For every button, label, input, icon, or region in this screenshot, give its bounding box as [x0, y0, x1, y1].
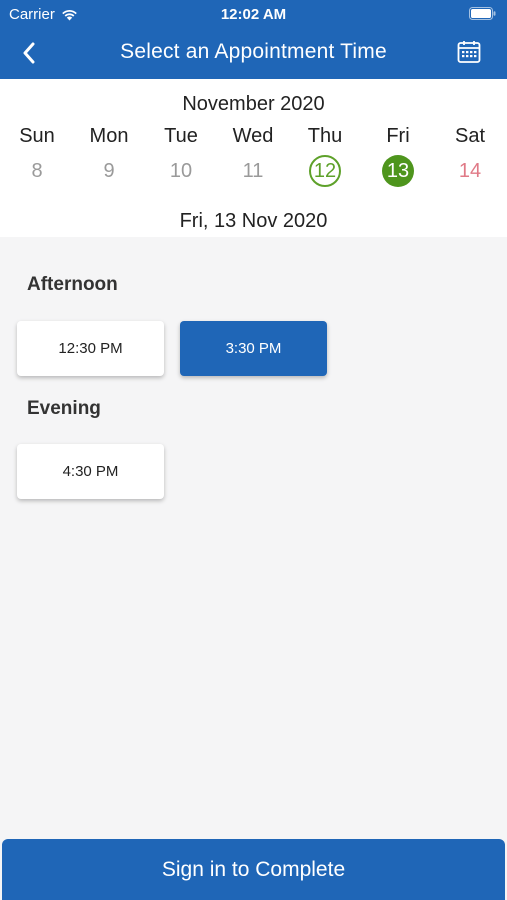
page-title: Select an Appointment Time [120, 40, 387, 63]
battery-icon [469, 7, 496, 24]
day-14[interactable]: 14 [434, 155, 506, 187]
header: Carrier 12:02 AM Select an Appointment T… [0, 0, 507, 79]
sign-in-to-complete-button[interactable]: Sign in to Complete [2, 839, 505, 900]
time-slot-button[interactable]: 4:30 PM [17, 444, 164, 499]
day-12-today[interactable]: 12 [289, 155, 361, 187]
day-13-selected[interactable]: 13 [362, 155, 434, 187]
day-label: 9 [103, 159, 115, 182]
weekday-tue: Tue [164, 125, 198, 147]
day-label: 13 [382, 155, 414, 187]
calendar-button[interactable] [457, 40, 483, 66]
weekday-wed: Wed [232, 125, 274, 147]
weekday-mon: Mon [89, 125, 129, 147]
calendar-strip: November 2020 Sun Mon Tue Wed Thu Fri Sa… [0, 79, 507, 237]
section-title-evening: Evening [27, 398, 101, 419]
day-8[interactable]: 8 [1, 155, 73, 187]
day-label: 14 [458, 159, 482, 182]
weekday-sun: Sun [19, 125, 55, 147]
weekday-fri: Fri [386, 125, 410, 147]
weekday-thu: Thu [307, 125, 343, 147]
status-bar: Carrier 12:02 AM [0, 0, 507, 28]
calendar-icon [457, 41, 481, 63]
day-label: 12 [309, 155, 341, 187]
weekday-sat: Sat [454, 125, 486, 147]
time-slot-button[interactable]: 12:30 PM [17, 321, 164, 376]
day-9[interactable]: 9 [73, 155, 145, 187]
month-label: November 2020 [182, 93, 325, 115]
time-slot-button-selected[interactable]: 3:30 PM [180, 321, 327, 376]
day-label: 10 [169, 159, 193, 182]
day-10[interactable]: 10 [145, 155, 217, 187]
selected-date-label: Fri, 13 Nov 2020 [179, 210, 328, 232]
nav-bar: Select an Appointment Time [0, 28, 507, 79]
status-time: 12:02 AM [220, 6, 287, 23]
day-11[interactable]: 11 [217, 155, 289, 187]
day-label: 8 [31, 159, 43, 182]
section-title-afternoon: Afternoon [27, 274, 118, 295]
day-label: 11 [242, 159, 264, 182]
